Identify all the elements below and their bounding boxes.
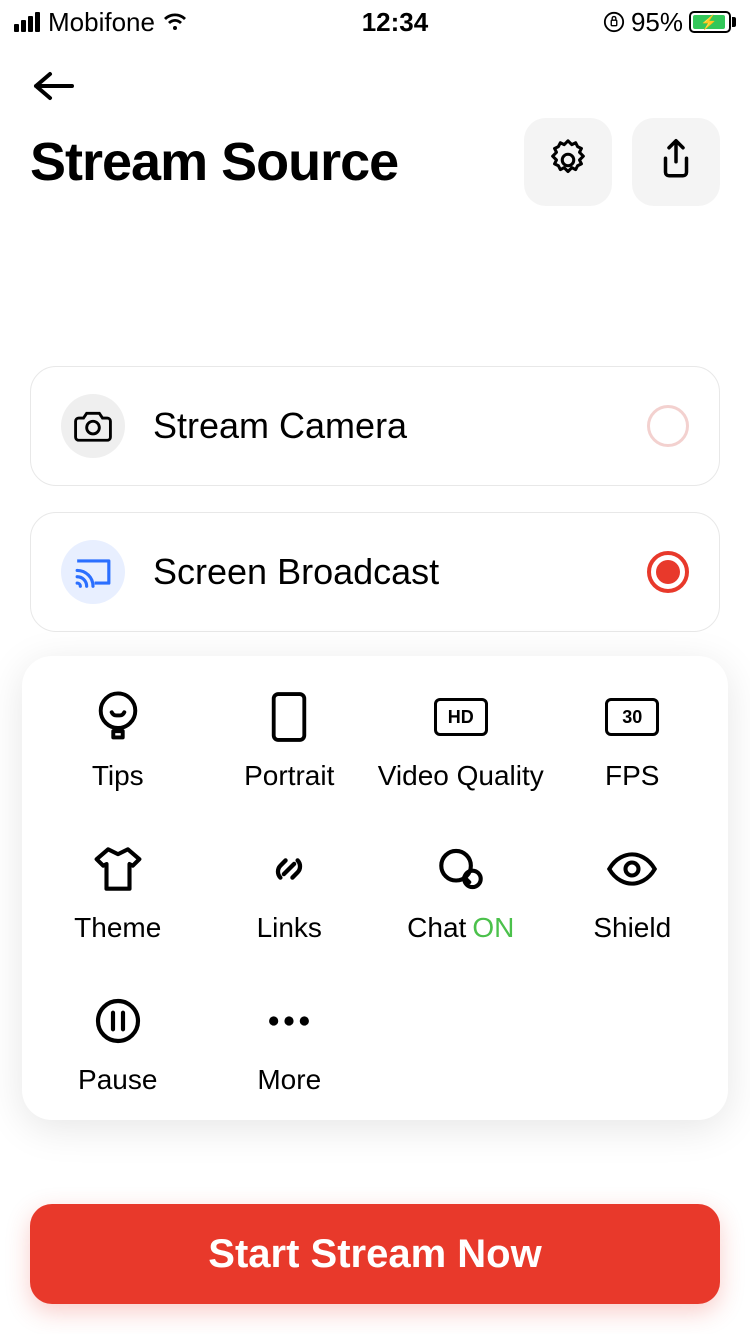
camera-icon — [61, 394, 125, 458]
cast-icon — [61, 540, 125, 604]
clock: 12:34 — [362, 7, 429, 38]
chat-icon — [436, 842, 486, 896]
option-label: Chat ON — [407, 912, 514, 944]
option-links[interactable]: Links — [204, 842, 376, 944]
more-icon — [266, 994, 312, 1048]
back-button[interactable] — [30, 64, 74, 108]
fps-badge: 30 — [605, 698, 659, 736]
option-label: Portrait — [244, 760, 334, 792]
settings-button[interactable] — [524, 118, 612, 206]
option-video-quality[interactable]: HD Video Quality — [375, 690, 547, 792]
option-label: Shield — [593, 912, 671, 944]
option-portrait[interactable]: Portrait — [204, 690, 376, 792]
option-label: Links — [257, 912, 322, 944]
option-tips[interactable]: Tips — [32, 690, 204, 792]
start-stream-button[interactable]: Start Stream Now — [30, 1204, 720, 1304]
carrier-label: Mobifone — [48, 7, 155, 38]
battery-percent: 95% — [631, 7, 683, 38]
status-right: 95% ⚡ — [603, 7, 736, 38]
option-chat[interactable]: Chat ON — [375, 842, 547, 944]
source-label: Stream Camera — [153, 405, 619, 447]
link-icon — [265, 842, 313, 896]
options-panel: Tips Portrait HD Video Quality 30 FPS Th… — [22, 656, 728, 1120]
option-theme[interactable]: Theme — [32, 842, 204, 944]
hd-badge: HD — [434, 698, 488, 736]
radio-unselected[interactable] — [647, 405, 689, 447]
chat-state: ON — [472, 912, 514, 944]
fps-icon: 30 — [605, 690, 659, 744]
status-bar: Mobifone 12:34 95% ⚡ — [0, 0, 750, 44]
option-label: Theme — [74, 912, 161, 944]
share-button[interactable] — [632, 118, 720, 206]
source-option-camera[interactable]: Stream Camera — [30, 366, 720, 486]
share-icon — [655, 137, 697, 188]
status-left: Mobifone — [14, 7, 187, 38]
wifi-icon — [163, 12, 187, 32]
option-label: Pause — [78, 1064, 157, 1096]
cellular-signal-icon — [14, 12, 40, 32]
battery-icon: ⚡ — [689, 11, 736, 33]
eye-icon — [606, 842, 658, 896]
option-pause[interactable]: Pause — [32, 994, 204, 1096]
option-more[interactable]: More — [204, 994, 376, 1096]
hd-icon: HD — [434, 690, 488, 744]
option-label: Tips — [92, 760, 144, 792]
option-label: FPS — [605, 760, 659, 792]
shirt-icon — [93, 842, 143, 896]
rotation-lock-icon — [603, 11, 625, 33]
cta-label: Start Stream Now — [208, 1232, 541, 1277]
page-title: Stream Source — [30, 131, 398, 193]
option-shield[interactable]: Shield — [547, 842, 719, 944]
lightbulb-icon — [96, 690, 140, 744]
source-label: Screen Broadcast — [153, 551, 619, 593]
pause-icon — [93, 994, 143, 1048]
gear-icon — [545, 137, 591, 188]
option-fps[interactable]: 30 FPS — [547, 690, 719, 792]
portrait-icon — [270, 690, 308, 744]
option-label: More — [257, 1064, 321, 1096]
source-option-broadcast[interactable]: Screen Broadcast — [30, 512, 720, 632]
option-label: Video Quality — [378, 760, 544, 792]
radio-selected[interactable] — [647, 551, 689, 593]
